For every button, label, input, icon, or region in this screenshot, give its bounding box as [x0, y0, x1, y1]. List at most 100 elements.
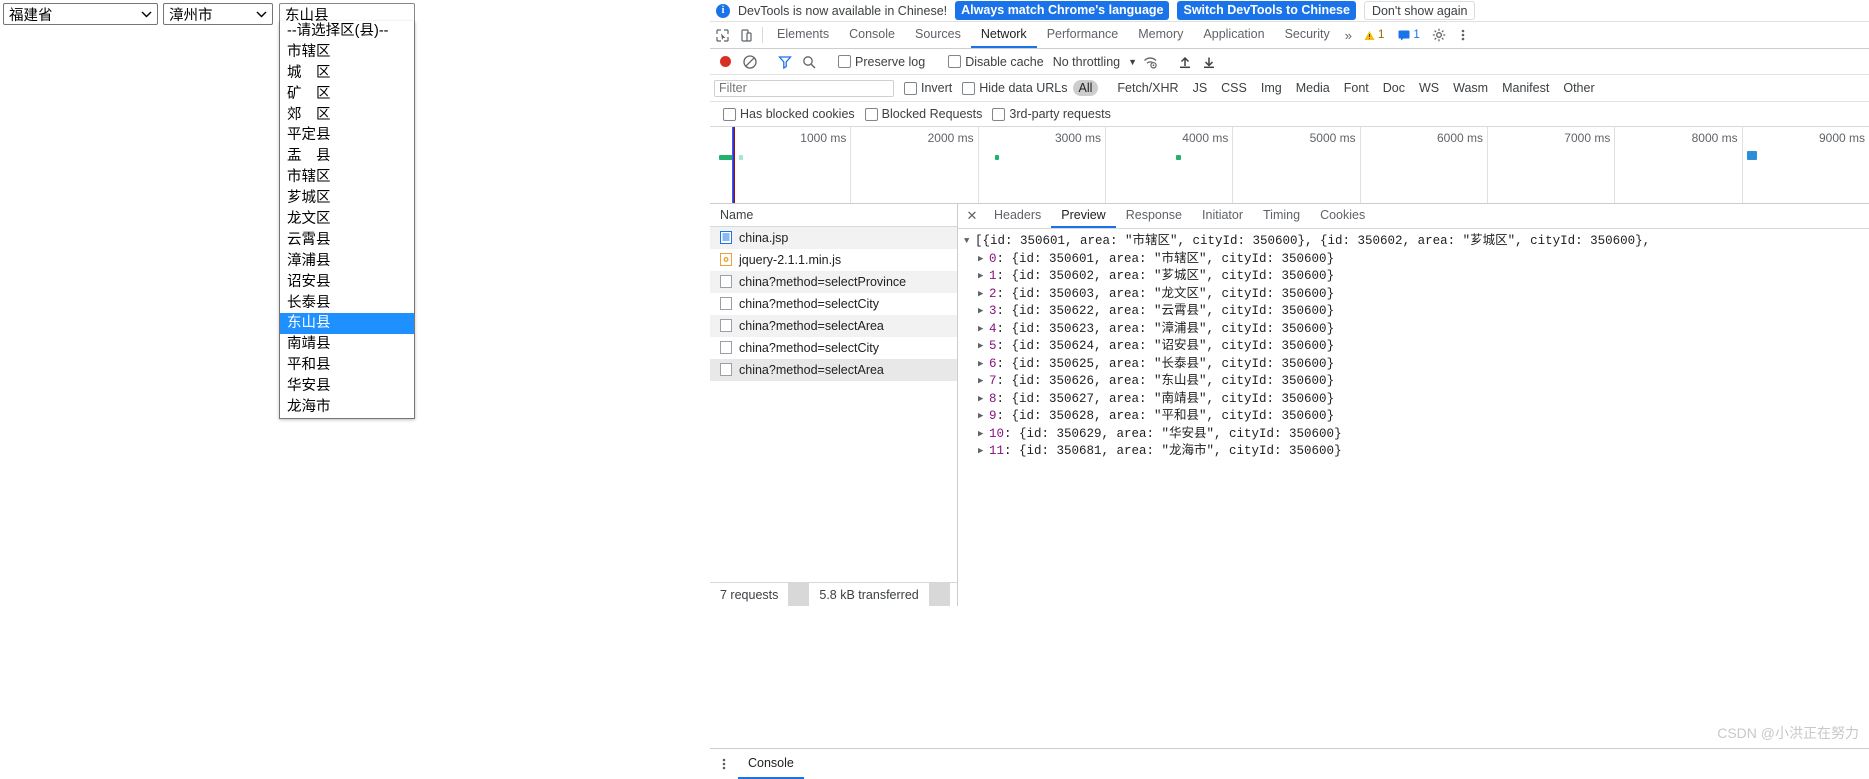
- dont-show-again-button[interactable]: Don't show again: [1363, 1, 1476, 20]
- filter-type-other[interactable]: Other: [1557, 80, 1600, 96]
- detail-tab-cookies[interactable]: Cookies: [1310, 204, 1375, 228]
- tab-performance[interactable]: Performance: [1037, 22, 1129, 48]
- area-option[interactable]: 漳浦县: [280, 251, 414, 272]
- area-option[interactable]: 矿 区: [280, 84, 414, 105]
- area-option[interactable]: 南靖县: [280, 334, 414, 355]
- filter-input[interactable]: [714, 79, 894, 97]
- requests-column-header[interactable]: Name: [710, 204, 957, 227]
- city-select[interactable]: 漳州市: [163, 3, 273, 25]
- filter-type-js[interactable]: JS: [1187, 80, 1214, 96]
- search-icon[interactable]: [798, 51, 820, 73]
- tab-console[interactable]: Console: [839, 22, 905, 48]
- filter-type-doc[interactable]: Doc: [1377, 80, 1411, 96]
- preview-item-row[interactable]: ▶ 11: {id: 350681, area: "龙海市", cityId: 3…: [964, 443, 1869, 461]
- area-option[interactable]: 芗城区: [280, 188, 414, 209]
- preview-item-row[interactable]: ▶ 3: {id: 350622, area: "云霄县", cityId: 35…: [964, 303, 1869, 321]
- expand-triangle-icon[interactable]: ▶: [978, 356, 989, 374]
- hide-data-urls-checkbox[interactable]: Hide data URLs: [962, 81, 1068, 95]
- expand-triangle-icon[interactable]: ▶: [978, 443, 989, 461]
- area-option[interactable]: 龙文区: [280, 209, 414, 230]
- request-row[interactable]: china?method=selectProvince: [710, 271, 957, 293]
- area-option[interactable]: 市辖区: [280, 167, 414, 188]
- throttling-dropdown[interactable]: No throttling ▼: [1053, 55, 1137, 69]
- detail-tab-preview[interactable]: Preview: [1051, 204, 1116, 228]
- disable-cache-checkbox[interactable]: Disable cache: [948, 55, 1044, 69]
- more-vertical-icon[interactable]: [710, 757, 738, 771]
- tab-elements[interactable]: Elements: [767, 22, 839, 48]
- filter-type-ws[interactable]: WS: [1413, 80, 1445, 96]
- request-row[interactable]: china?method=selectCity: [710, 293, 957, 315]
- funnel-icon[interactable]: [774, 51, 796, 73]
- drawer-tab-console[interactable]: Console: [738, 749, 804, 779]
- expand-triangle-icon[interactable]: ▶: [978, 303, 989, 321]
- request-row[interactable]: jquery-2.1.1.min.js: [710, 249, 957, 271]
- clear-prohibited-icon[interactable]: [739, 51, 761, 73]
- area-option[interactable]: 东山县: [280, 313, 414, 335]
- area-option[interactable]: 城 区: [280, 63, 414, 84]
- request-row[interactable]: china?method=selectArea: [710, 315, 957, 337]
- preview-item-row[interactable]: ▶ 0: {id: 350601, area: "市辖区", cityId: 35…: [964, 251, 1869, 269]
- expand-triangle-icon[interactable]: ▶: [978, 251, 989, 269]
- gear-icon[interactable]: [1427, 22, 1451, 48]
- preview-item-row[interactable]: ▶ 5: {id: 350624, area: "诏安县", cityId: 35…: [964, 338, 1869, 356]
- request-row[interactable]: china?method=selectArea: [710, 359, 957, 381]
- preview-json-viewer[interactable]: ▼ [{id: 350601, area: "市辖区", cityId: 3506…: [958, 229, 1869, 606]
- close-icon[interactable]: ✕: [960, 204, 984, 228]
- area-option[interactable]: 龙海市: [280, 397, 414, 418]
- upload-arrow-icon[interactable]: [1174, 51, 1196, 73]
- area-option[interactable]: 市辖区: [280, 42, 414, 63]
- tab-sources[interactable]: Sources: [905, 22, 971, 48]
- preserve-log-checkbox[interactable]: Preserve log: [838, 55, 925, 69]
- preview-item-row[interactable]: ▶ 6: {id: 350625, area: "长泰县", cityId: 35…: [964, 356, 1869, 374]
- preview-item-row[interactable]: ▶ 1: {id: 350602, area: "芗城区", cityId: 35…: [964, 268, 1869, 286]
- preview-item-row[interactable]: ▶ 7: {id: 350626, area: "东山县", cityId: 35…: [964, 373, 1869, 391]
- switch-to-chinese-button[interactable]: Switch DevTools to Chinese: [1177, 1, 1356, 20]
- warning-badge[interactable]: 1: [1359, 26, 1389, 44]
- detail-tab-headers[interactable]: Headers: [984, 204, 1051, 228]
- tab-network[interactable]: Network: [970, 22, 1037, 48]
- requests-list[interactable]: china.jsp jquery-2.1.1.min.js china?method…: [710, 227, 957, 582]
- device-toolbar-icon[interactable]: [734, 22, 758, 48]
- preview-item-row[interactable]: ▶ 8: {id: 350627, area: "南靖县", cityId: 35…: [964, 391, 1869, 409]
- detail-tab-initiator[interactable]: Initiator: [1192, 204, 1253, 228]
- preview-item-row[interactable]: ▶ 10: {id: 350629, area: "华安县", cityId: 3…: [964, 426, 1869, 444]
- area-option[interactable]: 盂 县: [280, 146, 414, 167]
- invert-checkbox[interactable]: Invert: [904, 81, 952, 95]
- expand-triangle-icon[interactable]: ▶: [978, 408, 989, 426]
- detail-tab-timing[interactable]: Timing: [1253, 204, 1310, 228]
- expand-triangle-icon[interactable]: ▶: [978, 391, 989, 409]
- request-row[interactable]: china.jsp: [710, 227, 957, 249]
- blocked-requests-checkbox[interactable]: Blocked Requests: [864, 107, 982, 121]
- preview-item-row[interactable]: ▶ 4: {id: 350623, area: "漳浦县", cityId: 35…: [964, 321, 1869, 339]
- filter-type-fetch-xhr[interactable]: Fetch/XHR: [1111, 80, 1184, 96]
- filter-type-manifest[interactable]: Manifest: [1496, 80, 1555, 96]
- expand-triangle-icon[interactable]: ▶: [978, 268, 989, 286]
- preview-root-row[interactable]: ▼ [{id: 350601, area: "市辖区", cityId: 3506…: [964, 233, 1869, 251]
- message-badge[interactable]: 1: [1393, 26, 1424, 44]
- expand-triangle-icon[interactable]: ▶: [978, 373, 989, 391]
- filter-type-font[interactable]: Font: [1338, 80, 1375, 96]
- request-row[interactable]: china?method=selectCity: [710, 337, 957, 359]
- chevron-double-right-icon[interactable]: »: [1340, 22, 1357, 48]
- filter-type-media[interactable]: Media: [1290, 80, 1336, 96]
- filter-type-img[interactable]: Img: [1255, 80, 1288, 96]
- preview-item-row[interactable]: ▶ 9: {id: 350628, area: "平和县", cityId: 35…: [964, 408, 1869, 426]
- download-arrow-icon[interactable]: [1198, 51, 1220, 73]
- area-option[interactable]: 平和县: [280, 355, 414, 376]
- preview-item-row[interactable]: ▶ 2: {id: 350603, area: "龙文区", cityId: 35…: [964, 286, 1869, 304]
- filter-type-wasm[interactable]: Wasm: [1447, 80, 1494, 96]
- network-overview-timeline[interactable]: 1000 ms 2000 ms 3000 ms 4000 ms 5000 ms 6000 …: [710, 127, 1869, 204]
- tab-application[interactable]: Application: [1193, 22, 1274, 48]
- has-blocked-cookies-checkbox[interactable]: Has blocked cookies: [723, 107, 855, 121]
- area-option[interactable]: 华安县: [280, 376, 414, 397]
- expand-triangle-icon[interactable]: ▶: [978, 286, 989, 304]
- tab-memory[interactable]: Memory: [1128, 22, 1193, 48]
- area-option[interactable]: 郊 区: [280, 105, 414, 126]
- filter-type-all[interactable]: All: [1072, 80, 1099, 96]
- expand-triangle-icon[interactable]: ▼: [964, 233, 975, 251]
- expand-triangle-icon[interactable]: ▶: [978, 426, 989, 444]
- area-option[interactable]: 云霄县: [280, 230, 414, 251]
- area-option[interactable]: --请选择区(县)--: [280, 21, 414, 42]
- area-select-dropdown-list[interactable]: --请选择区(县)-- 市辖区城 区矿 区郊 区平定县盂 县市辖区 芗城区 龙文区 云霄…: [279, 21, 415, 419]
- record-dot-icon[interactable]: [720, 56, 731, 67]
